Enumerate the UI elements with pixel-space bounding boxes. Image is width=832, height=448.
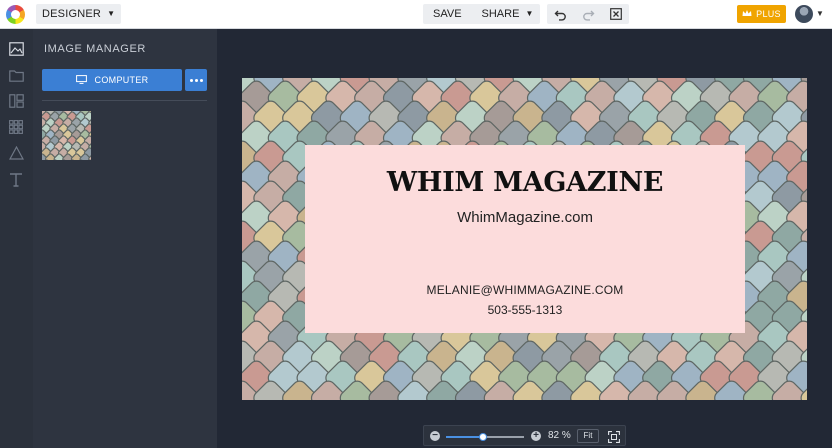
design-canvas[interactable]: WHIM MAGAZINE WhimMagazine.com MELANIE@W…	[242, 78, 807, 400]
grid-icon[interactable]	[8, 119, 24, 135]
zoom-out-button[interactable]: −	[430, 431, 440, 441]
layout-icon[interactable]	[8, 93, 24, 109]
zoom-slider-handle[interactable]	[479, 433, 487, 441]
panel-title: IMAGE MANAGER	[44, 43, 146, 55]
card-email[interactable]: MELANIE@WHIMMAGAZINE.COM	[305, 283, 745, 297]
mode-dropdown[interactable]: DESIGNER ▼	[36, 4, 122, 24]
save-button[interactable]: SAVE	[423, 4, 472, 24]
card-title[interactable]: WHIM MAGAZINE	[305, 167, 745, 198]
plus-upgrade-button[interactable]: PLUS	[737, 5, 786, 23]
plus-button-label: PLUS	[756, 9, 781, 19]
history-group	[547, 4, 629, 24]
upload-computer-button[interactable]: COMPUTER	[42, 69, 182, 91]
image-manager-panel: IMAGE MANAGER COMPUTER	[33, 29, 217, 448]
crown-icon	[742, 9, 752, 19]
card-website[interactable]: WhimMagazine.com	[305, 209, 745, 226]
image-icon[interactable]	[8, 41, 24, 57]
panel-divider	[42, 100, 207, 101]
shapes-icon[interactable]	[8, 145, 24, 161]
redo-icon[interactable]	[582, 8, 595, 21]
avatar[interactable]	[795, 5, 813, 23]
text-icon[interactable]	[8, 171, 24, 187]
top-toolbar: DESIGNER ▼ SAVE SHARE ▼ PLUS ▼	[0, 0, 832, 29]
card-phone[interactable]: 503-555-1313	[305, 303, 745, 317]
undo-icon[interactable]	[554, 8, 567, 21]
text-box-card[interactable]: WHIM MAGAZINE WhimMagazine.com MELANIE@W…	[305, 145, 745, 333]
caret-down-icon[interactable]: ▼	[816, 9, 824, 18]
fullscreen-icon[interactable]	[608, 430, 620, 443]
save-button-label: SAVE	[433, 8, 462, 20]
save-share-group: SAVE SHARE ▼	[423, 4, 540, 24]
mode-dropdown-label: DESIGNER	[42, 8, 102, 20]
tool-rail	[0, 29, 33, 448]
zoom-percent: 82 %	[548, 430, 571, 441]
app-logo-icon[interactable]	[6, 5, 25, 24]
zoom-control: − + 82 % Fit	[423, 425, 626, 446]
zoom-in-button[interactable]: +	[531, 431, 541, 441]
caret-down-icon: ▼	[107, 9, 116, 18]
folder-icon[interactable]	[8, 67, 24, 83]
close-icon[interactable]	[609, 8, 622, 20]
fit-button[interactable]: Fit	[577, 429, 599, 443]
more-options-button[interactable]	[185, 69, 207, 91]
monitor-icon	[75, 74, 87, 86]
caret-down-icon: ▼	[525, 9, 534, 18]
zoom-slider-fill	[446, 436, 483, 438]
image-thumbnail[interactable]	[42, 111, 91, 160]
share-button[interactable]: SHARE ▼	[472, 4, 544, 24]
share-button-label: SHARE	[481, 8, 520, 20]
canvas-area: WHIM MAGAZINE WhimMagazine.com MELANIE@W…	[217, 29, 832, 448]
upload-computer-label: COMPUTER	[94, 75, 149, 85]
zoom-slider[interactable]	[446, 433, 524, 441]
